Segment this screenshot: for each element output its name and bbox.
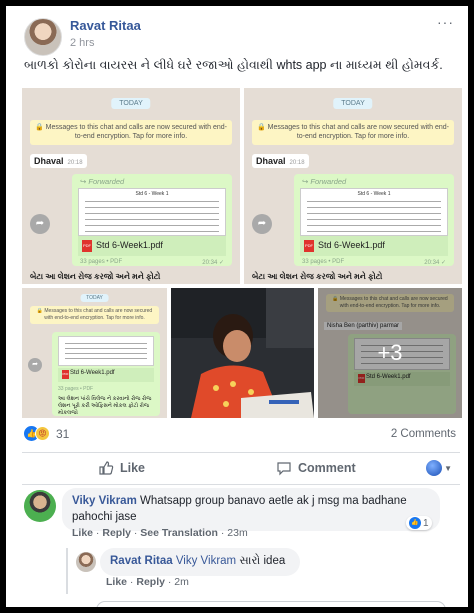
reply-actions: Like · Reply · 2m — [106, 576, 189, 588]
forwarded-label: ↪ Forwarded — [80, 177, 125, 186]
pdf-attachment: PDF Std 6-Week1.pdf — [300, 236, 448, 256]
photo-grid: TODAY 🔒 Messages to this chat and calls … — [22, 88, 462, 418]
reply-time[interactable]: 2m — [174, 576, 189, 588]
share-icon: ➦ — [28, 358, 42, 372]
see-translation-link[interactable]: See Translation — [140, 527, 218, 539]
pdf-icon: PDF — [82, 240, 92, 252]
pdf-attachment: PDF Std 6-Week1.pdf — [58, 368, 154, 382]
chevron-down-icon: ▼ — [444, 463, 452, 473]
encryption-notice: 🔒 Messages to this chat and calls are no… — [30, 120, 232, 145]
chat-caption: આ લેશન પાંચે વિલેજ ને કરવાનો રોજ રોજ લેશ… — [58, 396, 152, 417]
comment-actions: Like · Reply · See Translation · 23m — [72, 527, 248, 539]
share-icon: ➦ — [252, 214, 272, 234]
child-studying-photo — [171, 288, 314, 418]
chat-caption: બેટા આ લેશન રોજ કરજો અને મને ફોટો — [252, 272, 383, 281]
reply-author[interactable]: Ravat Ritaa — [110, 555, 173, 567]
post-header: Ravat Ritaa 2 hrs ··· — [6, 6, 468, 56]
globe-icon — [426, 460, 443, 476]
pdf-meta-row: 33 pages • PDF 20:34 ✓ — [302, 259, 446, 266]
encryption-notice: 🔒 Messages to this chat and calls are no… — [252, 120, 454, 145]
comment-icon — [277, 462, 291, 476]
photo-3[interactable]: TODAY 🔒 Messages to this chat and calls … — [22, 288, 167, 418]
comments-count[interactable]: 2 Comments — [391, 428, 456, 440]
sender-name: Dhaval 20:18 — [30, 154, 87, 168]
pdf-icon: PDF — [304, 240, 314, 252]
author-name[interactable]: Ravat Ritaa — [70, 18, 141, 33]
comment-author[interactable]: Viky Vikram — [72, 495, 137, 507]
chat-caption: બેટા આ લેશન રોજ કરજો અને મને ફોટો — [30, 272, 161, 281]
pdf-attachment: PDF Std 6-Week1.pdf — [78, 236, 226, 256]
author-avatar[interactable] — [24, 18, 62, 56]
photo-4[interactable] — [171, 288, 314, 418]
pdf-message: PDF Std 6-Week1.pdf 33 pages • PDF આ લેશ… — [52, 332, 160, 416]
reply-reply-link[interactable]: Reply — [136, 576, 165, 588]
reply-like-link[interactable]: Like — [106, 576, 127, 588]
document-preview: Std 6 - Week 1 — [78, 188, 226, 236]
reply-bubble: Ravat Ritaa Viky Vikram સારો idea — [100, 548, 300, 576]
photo-5[interactable]: 🔒 Messages to this chat and calls are no… — [318, 288, 462, 418]
comment-reaction[interactable]: 👍 1 — [406, 516, 432, 530]
commenter-avatar[interactable] — [24, 490, 56, 522]
reply-text: સારો idea — [239, 555, 286, 567]
more-options-icon[interactable]: ··· — [437, 14, 454, 30]
sender-name: Dhaval 20:18 — [252, 154, 309, 168]
reply-avatar[interactable] — [76, 552, 96, 572]
encryption-notice: 🔒 Messages to this chat and calls are no… — [30, 306, 159, 324]
comment-button[interactable]: Comment — [276, 460, 356, 476]
audience-selector[interactable]: ▼ — [426, 460, 452, 476]
more-photos-overlay[interactable]: +3 — [318, 288, 462, 418]
angry-reaction-icon: 😡 — [35, 426, 50, 441]
reply-mention[interactable]: Viky Vikram — [176, 555, 236, 567]
action-bar: Like Comment ▼ — [6, 454, 468, 484]
pdf-icon: PDF — [62, 370, 69, 379]
reply-thread-line — [66, 548, 68, 594]
thumbs-up-icon — [99, 461, 114, 475]
pdf-message: ↪ Forwarded Std 6 - Week 1 PDF Std 6-Wee… — [294, 174, 454, 266]
forwarded-label: ↪ Forwarded — [302, 177, 347, 186]
comment-like-link[interactable]: Like — [72, 527, 93, 539]
post-card: Ravat Ritaa 2 hrs ··· બાળકો કોરોના વાયરસ… — [6, 6, 468, 607]
document-preview — [58, 336, 154, 366]
pdf-message: ↪ Forwarded Std 6 - Week 1 PDF Std 6-Wee… — [72, 174, 232, 266]
like-button[interactable]: Like — [98, 460, 145, 476]
reaction-count: 31 — [56, 427, 70, 441]
photo-2[interactable]: TODAY 🔒 Messages to this chat and calls … — [244, 88, 462, 284]
write-reply-input[interactable] — [96, 601, 446, 607]
post-text: બાળકો કોરોના વાયરસ ને લીધે ઘરે રજાઓ હોવા… — [24, 58, 443, 72]
photo-1[interactable]: TODAY 🔒 Messages to this chat and calls … — [22, 88, 240, 284]
comment-time[interactable]: 23m — [227, 527, 247, 539]
date-chip: TODAY — [111, 98, 151, 109]
pdf-meta-row: 33 pages • PDF 20:34 ✓ — [80, 259, 224, 266]
divider — [22, 484, 460, 485]
date-chip: TODAY — [333, 98, 373, 109]
document-preview: Std 6 - Week 1 — [300, 188, 448, 236]
like-reaction-icon: 👍 — [409, 517, 421, 529]
post-time[interactable]: 2 hrs — [70, 37, 94, 49]
date-chip: TODAY — [80, 294, 109, 302]
divider — [22, 452, 460, 453]
share-icon: ➦ — [30, 214, 50, 234]
comment-bubble: Viky Vikram Whatsapp group banavo aetle … — [62, 488, 440, 532]
comment-reply-link[interactable]: Reply — [102, 527, 131, 539]
